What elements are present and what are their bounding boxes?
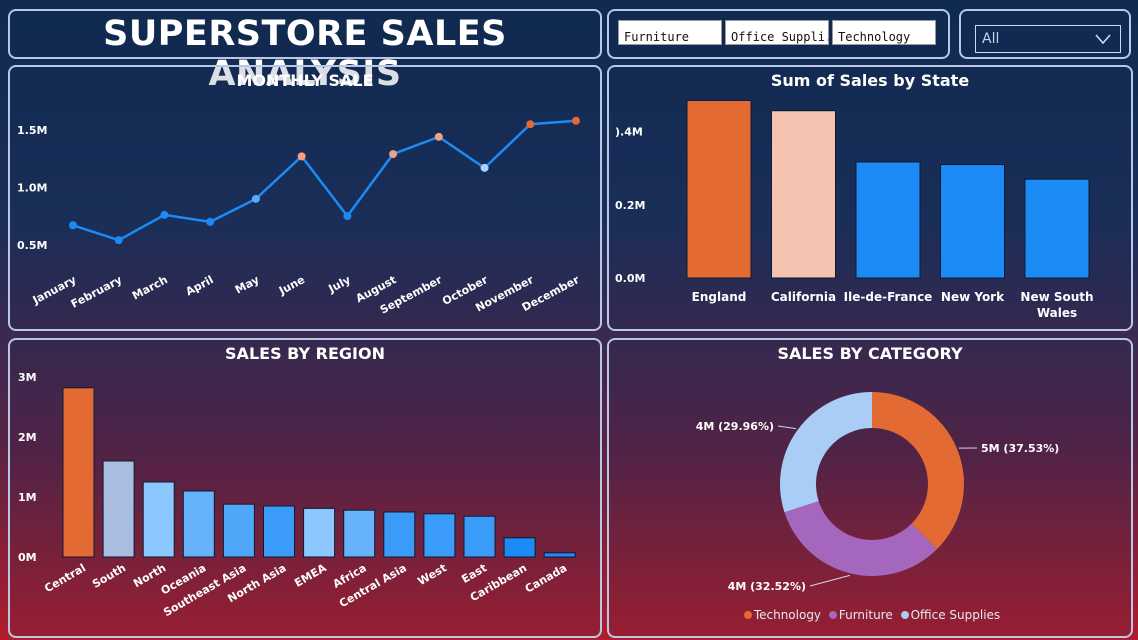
data-point bbox=[389, 150, 398, 159]
x-tick-label: June bbox=[276, 273, 307, 298]
region-bar bbox=[503, 537, 536, 558]
slicer-office-supplies-button[interactable]: Office Suppli... bbox=[725, 20, 829, 45]
dropdown-value: All bbox=[982, 31, 1000, 47]
slice-label: 4M (29.96%) bbox=[696, 420, 774, 433]
slice-label: 4M (32.52%) bbox=[728, 580, 806, 593]
donut-slice bbox=[872, 392, 964, 550]
filter-dropdown[interactable]: All bbox=[975, 25, 1121, 53]
data-point bbox=[206, 217, 215, 226]
region-bar bbox=[62, 387, 95, 558]
sales-by-category-panel: SALES BY CATEGORY 5M (37.53%) 4M (32.52%)… bbox=[607, 338, 1133, 638]
sales-by-region-chart: 0M1M2M3MCentral South NorthOceaniaSoutheas… bbox=[18, 371, 576, 619]
data-point bbox=[572, 116, 580, 125]
region-bar bbox=[543, 552, 576, 558]
slice-label: 5M (37.53%) bbox=[981, 442, 1059, 455]
y-tick-label: 2M bbox=[18, 431, 37, 444]
y-tick-label: 0.5M bbox=[17, 239, 47, 252]
legend-dot-furniture bbox=[828, 611, 837, 619]
sales-by-region-panel: SALES BY REGION 0M 1M 2M 3M Central South Nort… bbox=[8, 338, 602, 638]
title-panel: SUPERSTORE SALES ANALYSIS bbox=[8, 9, 602, 94]
data-point bbox=[434, 132, 443, 141]
x-tick-label: April bbox=[184, 273, 216, 298]
x-tick-label: Wales bbox=[1037, 306, 1077, 320]
x-tick-label: West bbox=[416, 561, 449, 588]
slicer-furniture-button[interactable]: Furniture bbox=[618, 20, 722, 45]
x-tick-label: Central bbox=[42, 561, 88, 595]
x-tick-label: Ile-de-France bbox=[844, 290, 933, 304]
region-bar bbox=[383, 511, 416, 558]
y-tick-label: 3M bbox=[18, 371, 37, 384]
data-point bbox=[343, 212, 352, 221]
data-point bbox=[251, 194, 260, 203]
x-tick-label: February bbox=[69, 273, 124, 311]
region-bar bbox=[423, 513, 456, 558]
legend-furniture[interactable]: Furniture bbox=[839, 608, 893, 622]
chevron-down-icon bbox=[1095, 34, 1111, 45]
monthly-sale-chart: 0.5M1.0M1.5MJanuaryFebruary March April May… bbox=[17, 116, 582, 317]
data-point bbox=[297, 152, 306, 161]
legend-dot-office-supplies bbox=[900, 611, 909, 619]
state-bar bbox=[1024, 178, 1090, 279]
region-bar bbox=[182, 490, 215, 558]
legend-office-supplies[interactable]: Office Supplies bbox=[911, 608, 1001, 622]
series-line bbox=[72, 119, 577, 242]
donut-slice bbox=[780, 392, 872, 513]
x-tick-label: Canada bbox=[523, 561, 569, 595]
data-point bbox=[69, 221, 77, 230]
sales-by-state-chart: ).4M 0.2M 0.0M England California Ile-de-Fran… bbox=[615, 99, 1094, 320]
y-tick-label: 1M bbox=[18, 491, 37, 504]
region-bar bbox=[102, 460, 135, 558]
data-point bbox=[480, 163, 489, 172]
filter-panel: All bbox=[959, 9, 1131, 59]
data-point bbox=[526, 120, 535, 129]
x-tick-label: New South bbox=[1020, 290, 1093, 304]
state-bar bbox=[771, 110, 836, 279]
x-tick-label: South bbox=[90, 561, 128, 590]
state-bar bbox=[940, 164, 1005, 279]
data-point bbox=[114, 236, 123, 245]
x-tick-label: May bbox=[233, 273, 261, 296]
state-bar bbox=[855, 161, 921, 279]
y-tick-label: 1.0M bbox=[17, 181, 47, 194]
y-tick-label: 0M bbox=[18, 551, 37, 564]
x-tick-label: July bbox=[326, 273, 353, 296]
slicer-technology-button[interactable]: Technology bbox=[832, 20, 936, 45]
donut-slice bbox=[784, 501, 937, 576]
legend-dot-technology bbox=[743, 611, 752, 619]
leader-line bbox=[777, 425, 797, 430]
legend-technology[interactable]: Technology bbox=[754, 608, 821, 622]
x-tick-label: California bbox=[771, 290, 836, 304]
region-bar bbox=[343, 509, 376, 558]
y-tick-label: 0.2M bbox=[615, 199, 645, 212]
region-bar bbox=[303, 507, 336, 558]
x-tick-label: England bbox=[692, 290, 747, 304]
x-tick-label: EMEA bbox=[292, 561, 329, 590]
state-bar bbox=[686, 99, 752, 279]
y-tick-label: ).4M bbox=[615, 126, 643, 139]
leader-line bbox=[809, 574, 850, 587]
sales-by-category-chart: 5M (37.53%) 4M (32.52%) 4M (29.96%) bbox=[696, 392, 1059, 593]
region-bar bbox=[222, 503, 255, 558]
monthly-sale-panel: MONTHLY SALE 0.5M 1.0M 1.5M January February… bbox=[8, 65, 602, 331]
y-tick-label: 1.5M bbox=[17, 124, 47, 137]
y-tick-label: 0.0M bbox=[615, 272, 645, 285]
x-tick-label: New York bbox=[941, 290, 1005, 304]
region-bar bbox=[263, 505, 295, 558]
region-bar bbox=[142, 481, 175, 558]
category-legend: Technology Furniture Office Supplies bbox=[609, 608, 1131, 622]
region-bar bbox=[463, 515, 496, 558]
data-point bbox=[160, 210, 169, 219]
category-slicer: Furniture Office Suppli... Technology bbox=[607, 9, 950, 59]
sales-by-state-panel: Sum of Sales by State ).4M 0.2M 0.0M Englan… bbox=[607, 65, 1133, 331]
x-tick-label: March bbox=[130, 273, 170, 302]
